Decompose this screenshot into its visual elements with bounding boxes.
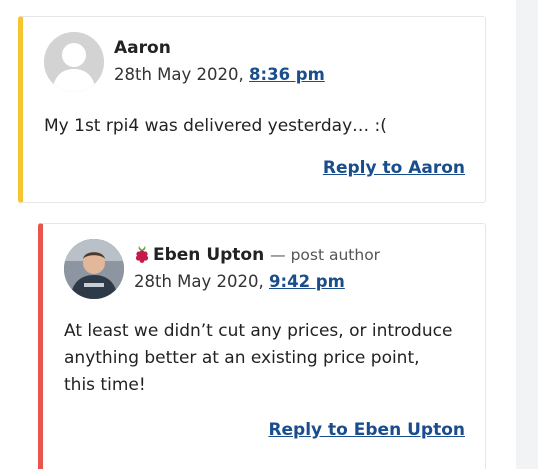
- author-avatar[interactable]: [64, 239, 124, 299]
- comment-aaron: Aaron 28th May 2020, 8:36 pm My 1st rpi4…: [18, 16, 486, 203]
- comment-body: My 1st rpi4 was delivered yesterday… :(: [44, 116, 387, 136]
- comment-meta: 28th May 2020, 9:42 pm: [134, 272, 345, 291]
- comment-date: 28th May 2020,: [114, 65, 244, 84]
- comment-time-link[interactable]: 8:36 pm: [249, 65, 325, 84]
- post-author-label: — post author: [270, 246, 381, 264]
- reply-button[interactable]: Reply to Aaron: [323, 158, 465, 178]
- comment-author-line: Eben Upton — post author: [134, 245, 380, 265]
- comment-author[interactable]: Aaron: [114, 38, 171, 58]
- reply-button[interactable]: Reply to Eben Upton: [268, 420, 465, 440]
- comment-eben-upton: Eben Upton — post author 28th May 2020, …: [38, 223, 486, 469]
- default-avatar-icon[interactable]: [44, 32, 104, 92]
- comment-meta: 28th May 2020, 8:36 pm: [114, 65, 325, 84]
- comment-date: 28th May 2020,: [134, 272, 264, 291]
- page-side-rail: [516, 0, 538, 469]
- comment-body: At least we didn’t cut any prices, or in…: [64, 321, 453, 395]
- comment-time-link[interactable]: 9:42 pm: [269, 272, 345, 291]
- comment-author[interactable]: Eben Upton: [153, 245, 264, 265]
- raspberry-icon: [134, 245, 150, 263]
